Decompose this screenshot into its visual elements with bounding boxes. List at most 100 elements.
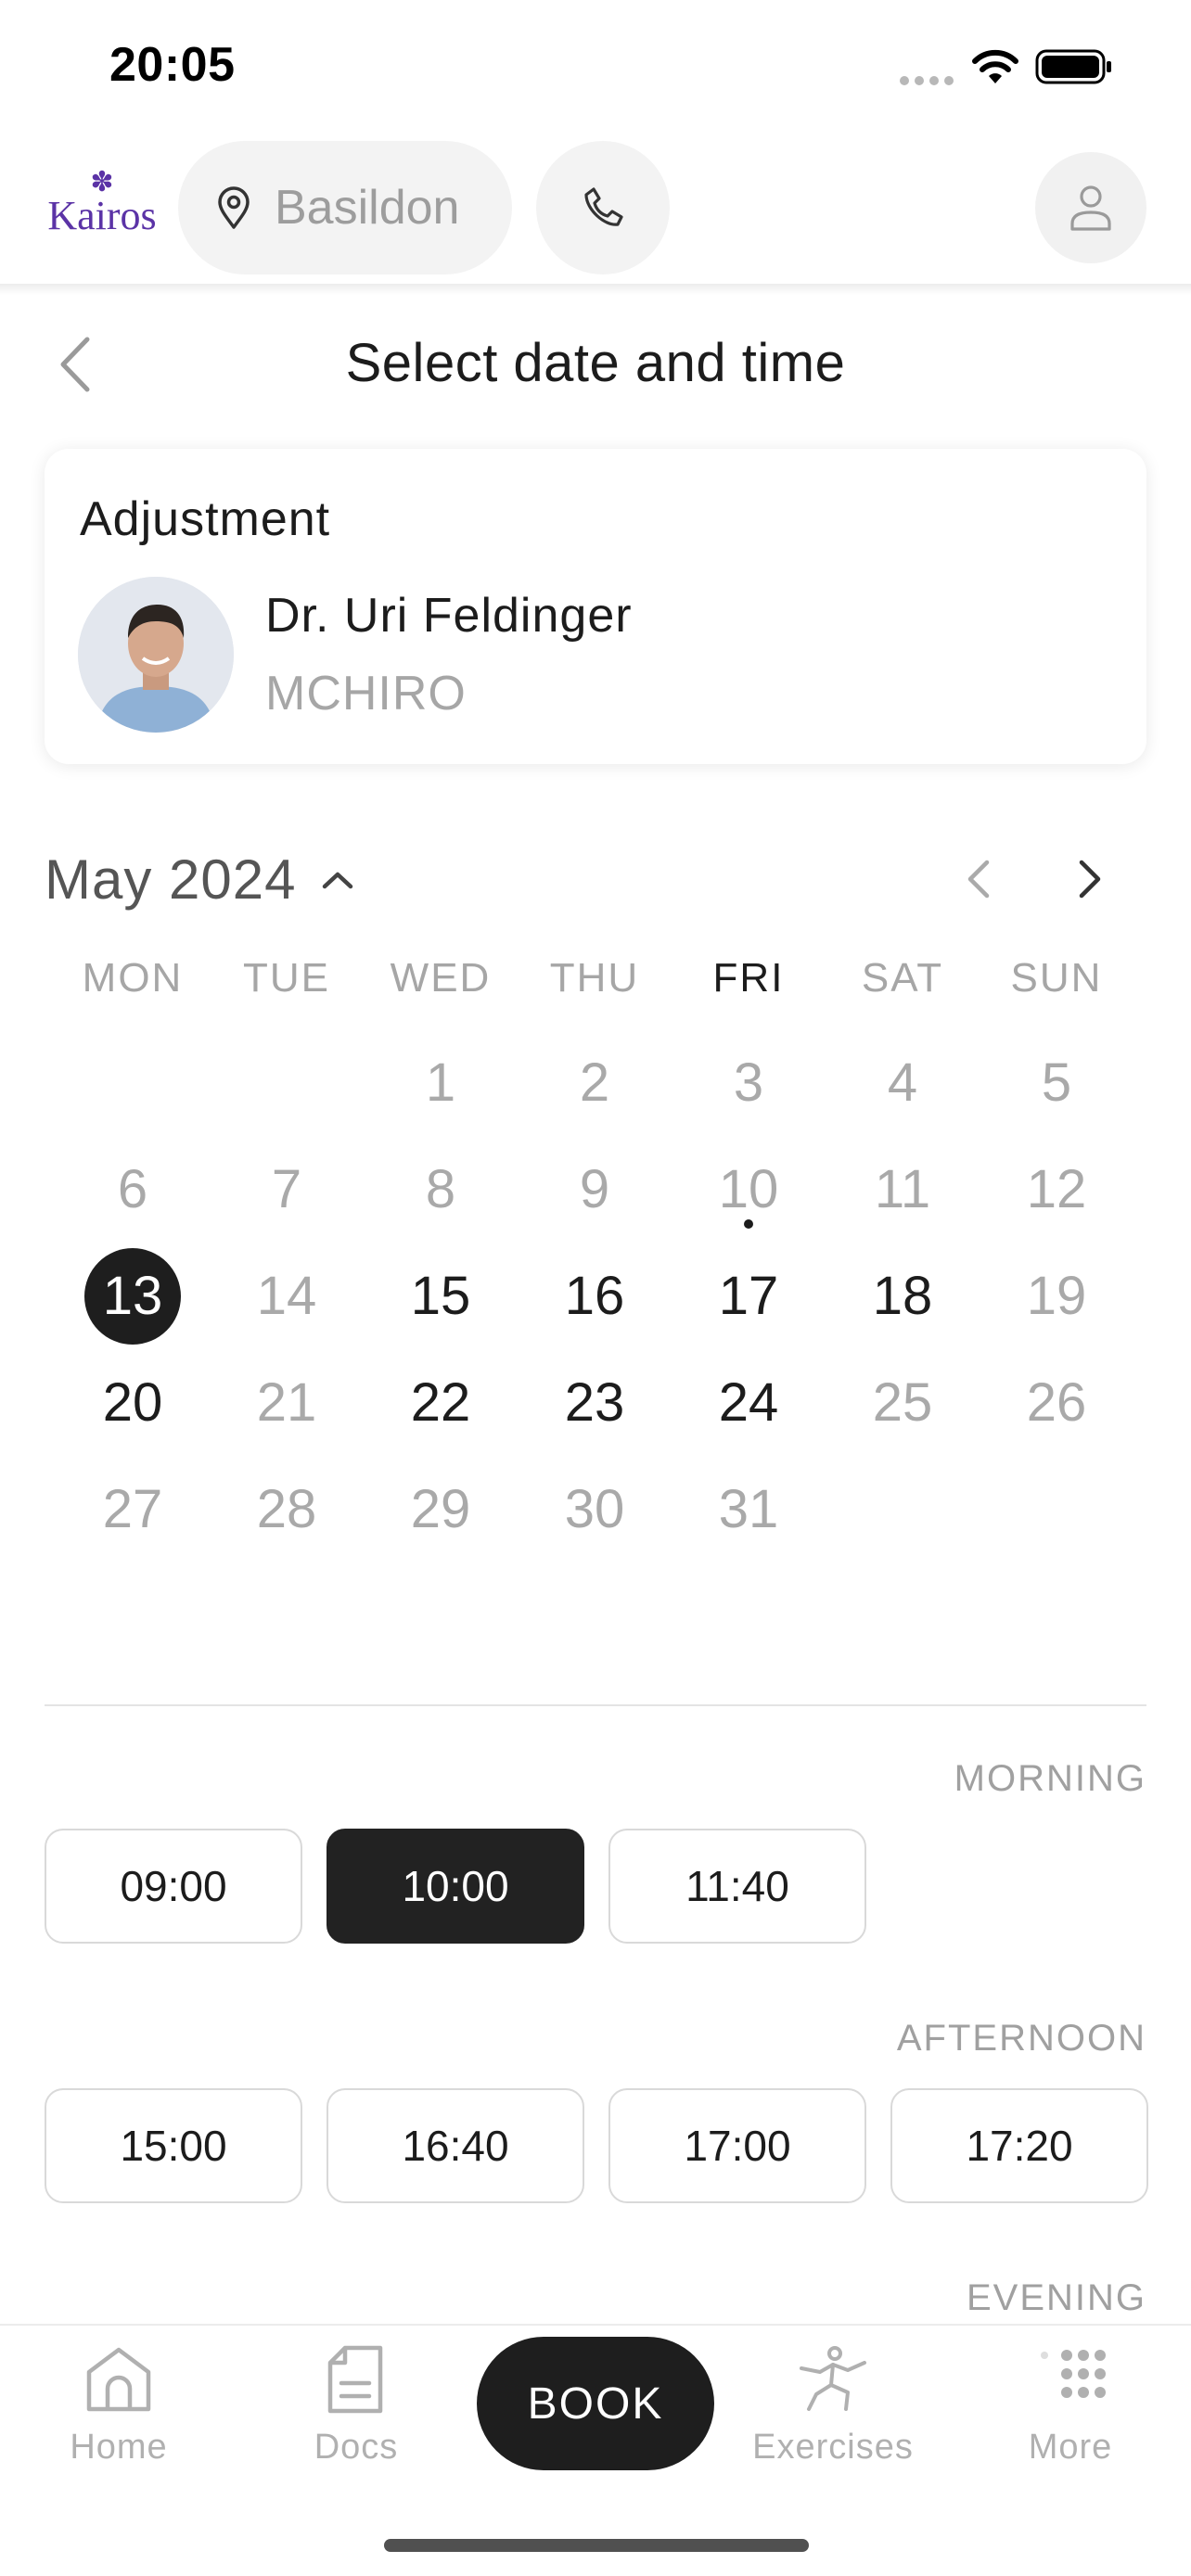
call-button[interactable] [536,141,670,274]
status-bar: 20:05 [0,0,1191,130]
chevron-up-icon [322,872,352,888]
top-header: ✽ Kairos Basildon [0,137,1191,286]
calendar-day[interactable]: 16 [518,1243,672,1349]
afternoon-label: AFTERNOON [896,2018,1146,2059]
month-picker[interactable]: May 2024 [45,848,354,912]
weekday-header: MON TUE WED THU FRI SAT SUN [56,955,1137,1001]
day-number: 1 [425,1052,456,1113]
day-number: 15 [410,1266,471,1326]
day-number: 11 [874,1159,931,1219]
calendar-day[interactable]: 24 [672,1349,826,1456]
calendar-day: 14 [210,1243,364,1349]
calendar-empty-cell [56,1029,210,1136]
nav-exercises[interactable]: Exercises [740,2344,926,2468]
header-divider [0,284,1191,295]
afternoon-slots: 15:00 16:40 17:00 17:20 [45,2088,1148,2203]
time-slot-button[interactable]: 09:00 [45,1829,302,1944]
calendar-day: 7 [210,1136,364,1243]
nav-docs[interactable]: Docs [263,2344,449,2468]
calendar-empty-cell [210,1029,364,1136]
calendar-day[interactable]: 17 [672,1243,826,1349]
appointment-summary-card: Adjustment Dr. Uri Feldinger MCHIRO [45,449,1146,764]
location-selector[interactable]: Basildon [178,141,512,274]
day-number: 25 [872,1372,933,1433]
time-slot-button[interactable]: 17:20 [890,2088,1148,2203]
time-slot-button[interactable]: 16:40 [327,2088,584,2203]
day-number: 31 [718,1479,779,1539]
calendar-divider [45,1704,1146,1706]
previous-month-chevron-icon[interactable] [965,859,992,899]
battery-icon [1035,49,1111,84]
time-slot-button[interactable]: 10:00 [327,1829,584,1944]
day-number: 21 [256,1372,317,1433]
calendar-day[interactable]: 13 [56,1243,210,1349]
calendar-day[interactable]: 15 [364,1243,518,1349]
document-icon [327,2345,383,2414]
book-button[interactable]: BOOK [477,2337,714,2470]
calendar-day: 30 [518,1456,672,1562]
calendar-day: 3 [672,1029,826,1136]
day-number: 20 [102,1372,163,1433]
day-number: 8 [425,1159,456,1219]
phone-icon [584,187,623,226]
weekday-label: THU [549,955,640,1001]
day-number: 12 [1026,1159,1087,1219]
day-number: 27 [102,1479,163,1539]
calendar-day[interactable]: 22 [364,1349,518,1456]
day-number: 10 [718,1159,779,1219]
calendar-day: 10 [672,1136,826,1243]
calendar-day: 26 [980,1349,1133,1456]
weekday-label: TUE [243,955,330,1001]
wifi-icon [972,49,1018,83]
time-slot-button[interactable]: 17:00 [608,2088,866,2203]
user-icon [1070,185,1111,231]
day-number: 29 [410,1479,471,1539]
nav-more-label: More [1028,2428,1113,2467]
calendar-day[interactable]: 20 [56,1349,210,1456]
kairos-logo[interactable]: ✽ Kairos [37,169,167,291]
month-label: May 2024 [45,848,297,911]
day-number: 28 [256,1479,317,1539]
calendar-day: 19 [980,1243,1133,1349]
day-number: 30 [564,1479,625,1539]
day-number: 22 [410,1372,471,1433]
day-number: 9 [579,1159,610,1219]
time-slot-button[interactable]: 15:00 [45,2088,302,2203]
calendar-day: 4 [826,1029,980,1136]
day-number: 23 [564,1372,625,1433]
weekday-label: SAT [861,955,944,1001]
calendar-day[interactable]: 23 [518,1349,672,1456]
profile-button[interactable] [1035,152,1146,263]
calendar-day[interactable]: 18 [826,1243,980,1349]
day-number: 18 [872,1266,933,1326]
nav-docs-label: Docs [314,2428,399,2467]
weekday-label: MON [82,955,184,1001]
calendar-day: 31 [672,1456,826,1562]
time-slot-button[interactable]: 11:40 [608,1829,866,1944]
calendar-day: 21 [210,1349,364,1456]
service-name: Adjustment [80,492,331,546]
day-number: 3 [733,1052,764,1113]
day-number: 4 [887,1052,918,1113]
calendar-day: 11 [826,1136,980,1243]
calendar-day: 1 [364,1029,518,1136]
weekday-label: FRI [712,955,785,1001]
nav-home[interactable]: Home [26,2344,211,2468]
calendar-day: 29 [364,1456,518,1562]
day-number: 13 [84,1247,181,1345]
day-number: 7 [271,1159,302,1219]
status-time: 20:05 [109,38,236,92]
location-label: Basildon [275,181,460,235]
day-number: 2 [579,1052,610,1113]
day-number: 19 [1026,1266,1087,1326]
calendar-day: 25 [826,1349,980,1456]
calendar-day: 12 [980,1136,1133,1243]
nav-more[interactable]: More [978,2344,1163,2468]
next-month-chevron-icon[interactable] [1076,859,1104,899]
practitioner-photo [78,577,234,733]
cellular-signal-icon [900,76,954,85]
day-number: 16 [564,1266,625,1326]
location-pin-icon [218,186,250,229]
today-indicator-dot [744,1219,753,1229]
logo-text: Kairos [47,193,157,238]
